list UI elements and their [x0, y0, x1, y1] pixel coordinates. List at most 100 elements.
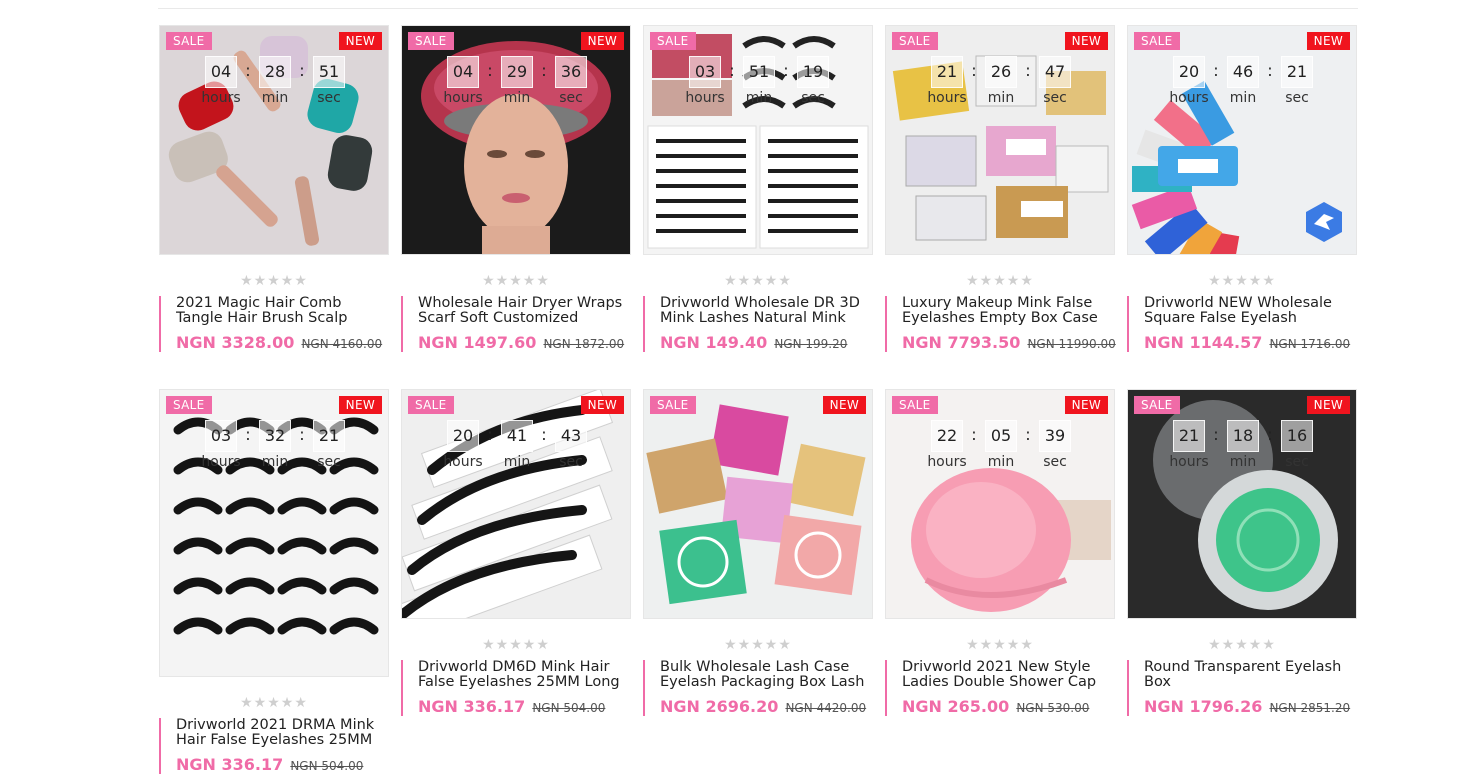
sale-badge: SALE [166, 396, 212, 414]
countdown-seconds-label: sec [1043, 90, 1067, 106]
product-card[interactable]: SALE NEW 04 hours : 28 min : 51 sec ★★★★★ 2… [159, 25, 389, 352]
sale-price: NGN 336.17 [418, 697, 526, 716]
countdown-minutes-label: min [1229, 454, 1257, 470]
star-rating: ★★★★★ [482, 273, 550, 289]
countdown-minutes: 18 [1227, 420, 1259, 452]
product-title[interactable]: Drivworld DM6D Mink Hair False Eyelashes… [418, 660, 631, 690]
star-rating: ★★★★★ [966, 637, 1034, 653]
countdown-seconds-label: sec [1285, 454, 1309, 470]
product-title[interactable]: Drivworld NEW Wholesale Square False Eye… [1144, 296, 1357, 326]
product-image[interactable]: SALE NEW 04 hours : 29 min : 36 sec [401, 25, 631, 255]
sale-countdown: 22 hours : 05 min : 39 sec [886, 420, 1114, 470]
countdown-hours: 04 [205, 56, 237, 88]
product-title[interactable]: Drivworld Wholesale DR 3D Mink Lashes Na… [660, 296, 873, 326]
new-badge: NEW [822, 396, 866, 414]
sale-badge: SALE [408, 396, 454, 414]
product-card[interactable]: SALE NEW 22 hours : 05 min : 39 sec ★★★★★ D… [885, 389, 1115, 716]
product-image[interactable]: SALE 03 hours : 51 min : 19 sec [643, 25, 873, 255]
product-image[interactable]: SALE NEW [643, 389, 873, 619]
countdown-hours: 04 [447, 56, 479, 88]
product-image[interactable]: SALE NEW 20 hours : 46 min : 21 sec [1127, 25, 1357, 255]
product-card[interactable]: SALE 03 hours : 51 min : 19 sec ★★★★★ Drivw… [643, 25, 873, 352]
new-badge: NEW [1064, 32, 1108, 50]
sale-countdown: 21 hours : 26 min : 47 sec [886, 56, 1114, 106]
countdown-hours-label: hours [201, 90, 241, 106]
original-price: NGN 1716.00 [1269, 337, 1351, 351]
product-info: Drivworld NEW Wholesale Square False Eye… [1127, 296, 1357, 352]
countdown-seconds-label: sec [317, 454, 341, 470]
sale-countdown: 20 hours : 46 min : 21 sec [1128, 56, 1356, 106]
product-card[interactable]: SALE NEW ★★★★★ Bulk Wholesale Lash Case … [643, 389, 873, 716]
countdown-seconds: 51 [313, 56, 345, 88]
sale-price: NGN 149.40 [660, 333, 768, 352]
star-rating: ★★★★★ [724, 637, 792, 653]
product-title[interactable]: Bulk Wholesale Lash Case Eyelash Packagi… [660, 660, 873, 690]
sale-price: NGN 1497.60 [418, 333, 537, 352]
sale-badge: SALE [166, 32, 212, 50]
countdown-minutes-label: min [503, 454, 531, 470]
countdown-hours: 21 [931, 56, 963, 88]
new-badge: NEW [1306, 32, 1350, 50]
product-title[interactable]: Wholesale Hair Dryer Wraps Scarf Soft Cu… [418, 296, 631, 326]
countdown-separator: : [783, 61, 789, 80]
countdown-separator: : [1267, 425, 1273, 444]
product-card[interactable]: SALE NEW 21 hours : 26 min : 47 sec ★★★★★ L… [885, 25, 1116, 352]
star-rating: ★★★★★ [966, 273, 1034, 289]
product-info: Round Transparent Eyelash Box NGN 1796.2… [1127, 660, 1357, 716]
countdown-separator: : [1025, 425, 1031, 444]
product-card[interactable]: SALE NEW 20 hours : 41 min : 43 sec ★★★★★ D… [401, 389, 631, 716]
original-price: NGN 11990.00 [1027, 337, 1116, 351]
product-title[interactable]: Round Transparent Eyelash Box [1144, 660, 1357, 690]
product-card[interactable]: SALE NEW 03 hours : 32 min : 21 sec ★★★★★ D… [159, 389, 389, 774]
star-rating: ★★★★★ [240, 273, 308, 289]
new-badge: NEW [338, 396, 382, 414]
countdown-hours-label: hours [927, 90, 967, 106]
product-title[interactable]: Drivworld 2021 DRMA Mink Hair False Eyel… [176, 718, 389, 748]
countdown-seconds: 39 [1039, 420, 1071, 452]
product-image[interactable]: SALE NEW 22 hours : 05 min : 39 sec [885, 389, 1115, 619]
star-rating: ★★★★★ [1208, 637, 1276, 653]
countdown-seconds: 47 [1039, 56, 1071, 88]
countdown-seconds-label: sec [317, 90, 341, 106]
countdown-separator: : [541, 425, 547, 444]
product-info: Bulk Wholesale Lash Case Eyelash Packagi… [643, 660, 873, 716]
product-image[interactable]: SALE NEW 04 hours : 28 min : 51 sec [159, 25, 389, 255]
countdown-hours-label: hours [927, 454, 967, 470]
section-divider [158, 8, 1358, 9]
countdown-hours: 20 [447, 420, 479, 452]
new-badge: NEW [580, 32, 624, 50]
sale-countdown: 04 hours : 28 min : 51 sec [160, 56, 388, 106]
product-title[interactable]: Luxury Makeup Mink False Eyelashes Empty… [902, 296, 1115, 326]
countdown-hours: 03 [205, 420, 237, 452]
product-info: Drivworld 2021 New Style Ladies Double S… [885, 660, 1115, 716]
glitter-box-icon [644, 390, 872, 618]
product-image[interactable]: SALE NEW 21 hours : 26 min : 47 sec [885, 25, 1115, 255]
countdown-separator: : [971, 425, 977, 444]
sale-badge: SALE [408, 32, 454, 50]
sale-badge: SALE [650, 32, 696, 50]
star-rating: ★★★★★ [1208, 273, 1276, 289]
bird-logo-icon [1306, 202, 1342, 242]
product-info: Wholesale Hair Dryer Wraps Scarf Soft Cu… [401, 296, 631, 352]
countdown-minutes-label: min [261, 90, 289, 106]
countdown-minutes: 29 [501, 56, 533, 88]
countdown-minutes: 26 [985, 56, 1017, 88]
original-price: NGN 530.00 [1016, 701, 1090, 715]
countdown-minutes: 41 [501, 420, 533, 452]
sale-price: NGN 2696.20 [660, 697, 779, 716]
countdown-minutes: 51 [743, 56, 775, 88]
product-title[interactable]: Drivworld 2021 New Style Ladies Double S… [902, 660, 1115, 690]
product-image[interactable]: SALE NEW 21 hours : 18 min : 16 sec [1127, 389, 1357, 619]
sale-price: NGN 7793.50 [902, 333, 1021, 352]
product-image[interactable]: SALE NEW 20 hours : 41 min : 43 sec [401, 389, 631, 619]
product-card[interactable]: SALE NEW 21 hours : 18 min : 16 sec ★★★★★ R… [1127, 389, 1357, 716]
product-card[interactable]: SALE NEW 20 hours : 46 min : 21 sec ★★★★★ D… [1127, 25, 1357, 352]
sale-countdown: 03 hours : 51 min : 19 sec [644, 56, 872, 106]
product-image[interactable]: SALE NEW 03 hours : 32 min : 21 sec [159, 389, 389, 677]
product-card[interactable]: SALE NEW 04 hours : 29 min : 36 sec ★★★★★ W… [401, 25, 631, 352]
product-title[interactable]: 2021 Magic Hair Comb Tangle Hair Brush S… [176, 296, 389, 326]
sale-countdown: 03 hours : 32 min : 21 sec [160, 420, 388, 470]
original-price: NGN 2851.20 [1269, 701, 1351, 715]
countdown-separator: : [299, 425, 305, 444]
countdown-seconds: 16 [1281, 420, 1313, 452]
